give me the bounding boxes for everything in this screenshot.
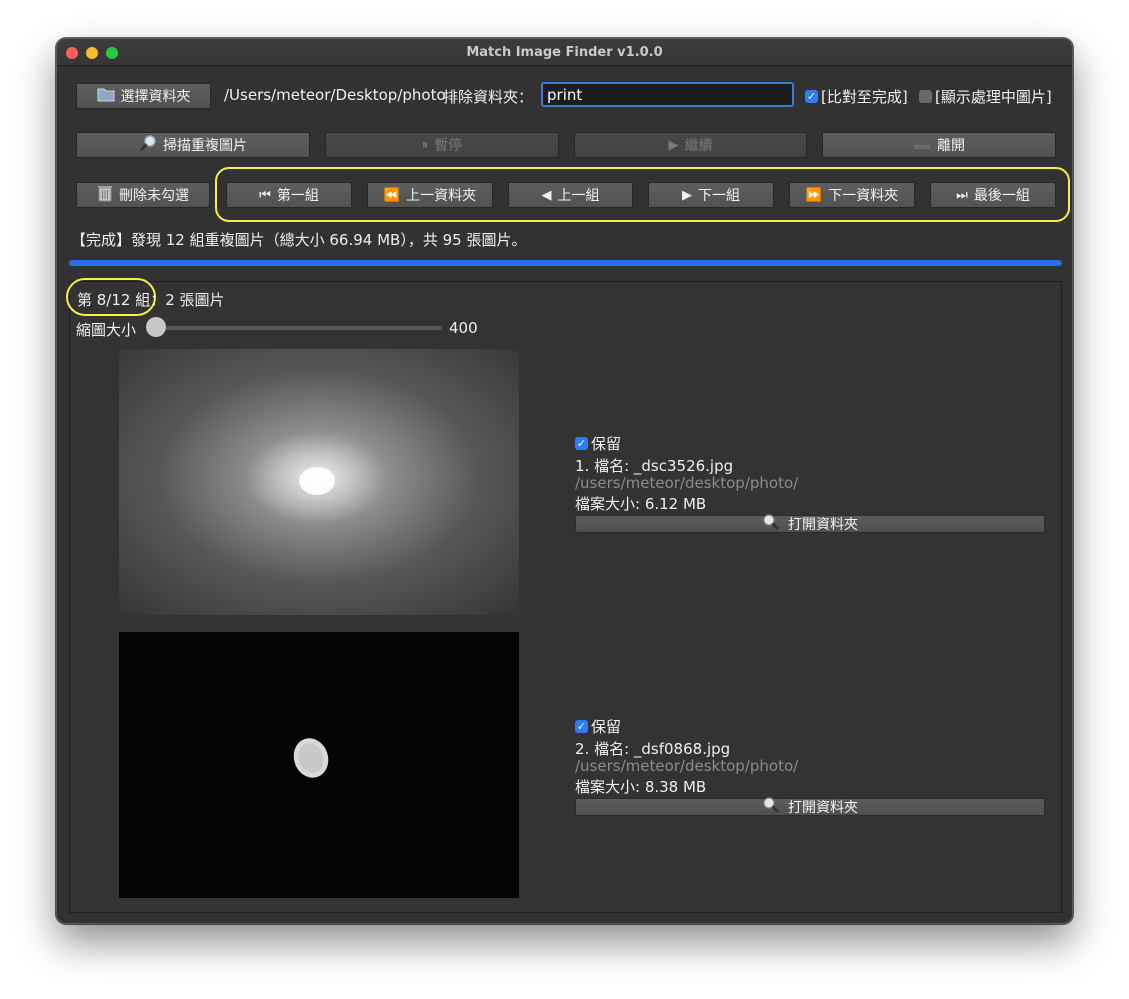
choose-folder-label: 選擇資料夾 — [120, 89, 191, 105]
show-processing-checkbox[interactable]: [顯示處理中圖片] — [919, 86, 1052, 107]
choose-folder-button[interactable]: 選擇資料夾 — [76, 83, 211, 109]
file-name-1: 1. 檔名: _dsc3526.jpg — [575, 457, 734, 475]
skip-last-icon: ⏭ — [956, 187, 968, 203]
next-folder-button[interactable]: ⏩ 下一資料夾 — [789, 182, 915, 208]
magnifier-icon — [762, 514, 780, 534]
resume-button[interactable]: ▶ 繼續 — [574, 132, 807, 158]
trash-icon — [97, 184, 113, 206]
prev-arrow-icon: ◀ — [541, 187, 552, 203]
keep-label: 保留 — [591, 718, 622, 736]
checkbox-unchecked-icon — [919, 90, 932, 103]
open-folder-label: 打開資料夾 — [788, 800, 858, 816]
scan-duplicates-button[interactable]: 掃描重複圖片 — [76, 132, 310, 158]
keep-checkbox-2[interactable]: ✓ 保留 — [575, 716, 621, 737]
open-folder-button-2[interactable]: 打開資料夾 — [575, 797, 1045, 817]
image-thumbnail-1[interactable] — [119, 349, 519, 615]
last-group-button[interactable]: ⏭ 最後一組 — [930, 182, 1056, 208]
progress-bar — [69, 260, 1062, 266]
first-group-button[interactable]: ⏮ 第一組 — [226, 182, 352, 208]
pause-label: 暫停 — [434, 138, 463, 154]
thumb-size-value: 400 — [449, 319, 478, 337]
exit-icon — [913, 136, 931, 154]
app-window: Match Image Finder v1.0.0 選擇資料夾 /Users/m… — [56, 38, 1073, 924]
play-icon: ▶ — [668, 137, 679, 153]
magnifier-icon — [139, 134, 157, 156]
checkbox-checked-icon: ✓ — [805, 90, 818, 103]
folder-icon — [97, 86, 115, 106]
checkbox-checked-icon: ✓ — [575, 437, 588, 450]
file-size-1: 檔案大小: 6.12 MB — [575, 495, 707, 513]
title-bar: Match Image Finder v1.0.0 — [57, 39, 1072, 66]
prev-folder-label: 上一資料夾 — [406, 188, 477, 204]
file-path-2: /users/meteor/desktop/photo/ — [575, 757, 799, 775]
prev-folder-button[interactable]: ⏪ 上一資料夾 — [367, 182, 493, 208]
keep-label: 保留 — [591, 435, 622, 453]
exclude-folder-input[interactable] — [541, 82, 794, 107]
skip-first-icon: ⏮ — [259, 187, 271, 203]
file-size-2: 檔案大小: 8.38 MB — [575, 778, 707, 796]
file-path-1: /users/meteor/desktop/photo/ — [575, 474, 799, 492]
keep-checkbox-1[interactable]: ✓ 保留 — [575, 433, 621, 454]
scan-duplicates-label: 掃描重複圖片 — [163, 138, 247, 154]
group-image-count: ：2 張圖片 — [150, 291, 225, 309]
next-group-button[interactable]: ▶ 下一組 — [648, 182, 774, 208]
next-group-label: 下一組 — [698, 188, 740, 204]
prev-group-label: 上一組 — [557, 188, 600, 204]
resume-label: 繼續 — [684, 138, 713, 154]
prev-group-button[interactable]: ◀ 上一組 — [508, 182, 633, 208]
delete-unchecked-button[interactable]: 刪除未勾選 — [76, 182, 210, 208]
next-arrow-icon: ▶ — [682, 187, 692, 203]
open-folder-label: 打開資料夾 — [788, 517, 858, 533]
quit-button[interactable]: 離開 — [822, 132, 1056, 158]
pause-button[interactable]: ⏸ 暫停 — [325, 132, 559, 158]
next-folder-label: 下一資料夾 — [828, 188, 899, 204]
last-group-label: 最後一組 — [973, 188, 1030, 204]
window-title: Match Image Finder v1.0.0 — [466, 45, 663, 60]
magnifier-icon — [762, 797, 780, 817]
image-thumbnail-2[interactable] — [119, 632, 519, 898]
checkbox-checked-icon: ✓ — [575, 720, 588, 733]
group-header: 第 8/12 組：2 張圖片 — [77, 289, 225, 310]
pause-icon: ⏸ — [421, 137, 429, 153]
thumb-size-slider[interactable] — [157, 326, 442, 330]
file-name-2: 2. 檔名: _dsf0868.jpg — [575, 740, 731, 758]
fast-forward-icon: ⏩ — [805, 187, 823, 203]
group-counter: 第 8/12 組 — [77, 291, 151, 309]
delete-unchecked-label: 刪除未勾選 — [119, 188, 189, 204]
quit-label: 離開 — [937, 138, 965, 154]
thumb-size-slider-handle[interactable] — [146, 317, 166, 337]
exclude-folder-label: 排除資料夾： — [443, 88, 534, 106]
open-folder-button-1[interactable]: 打開資料夾 — [575, 514, 1045, 534]
compare-to-end-label: [比對至完成] — [821, 88, 908, 106]
folder-path: /Users/meteor/Desktop/photo — [224, 86, 446, 104]
thumb-size-label: 縮圖大小 — [76, 321, 137, 339]
compare-to-end-checkbox[interactable]: ✓ [比對至完成] — [805, 86, 908, 107]
rewind-icon: ⏪ — [383, 187, 401, 203]
show-processing-label: [顯示處理中圖片] — [935, 88, 1052, 106]
first-group-label: 第一組 — [276, 188, 319, 204]
status-message: 【完成】發現 12 組重複圖片（總大小 66.94 MB），共 95 張圖片。 — [71, 231, 527, 249]
